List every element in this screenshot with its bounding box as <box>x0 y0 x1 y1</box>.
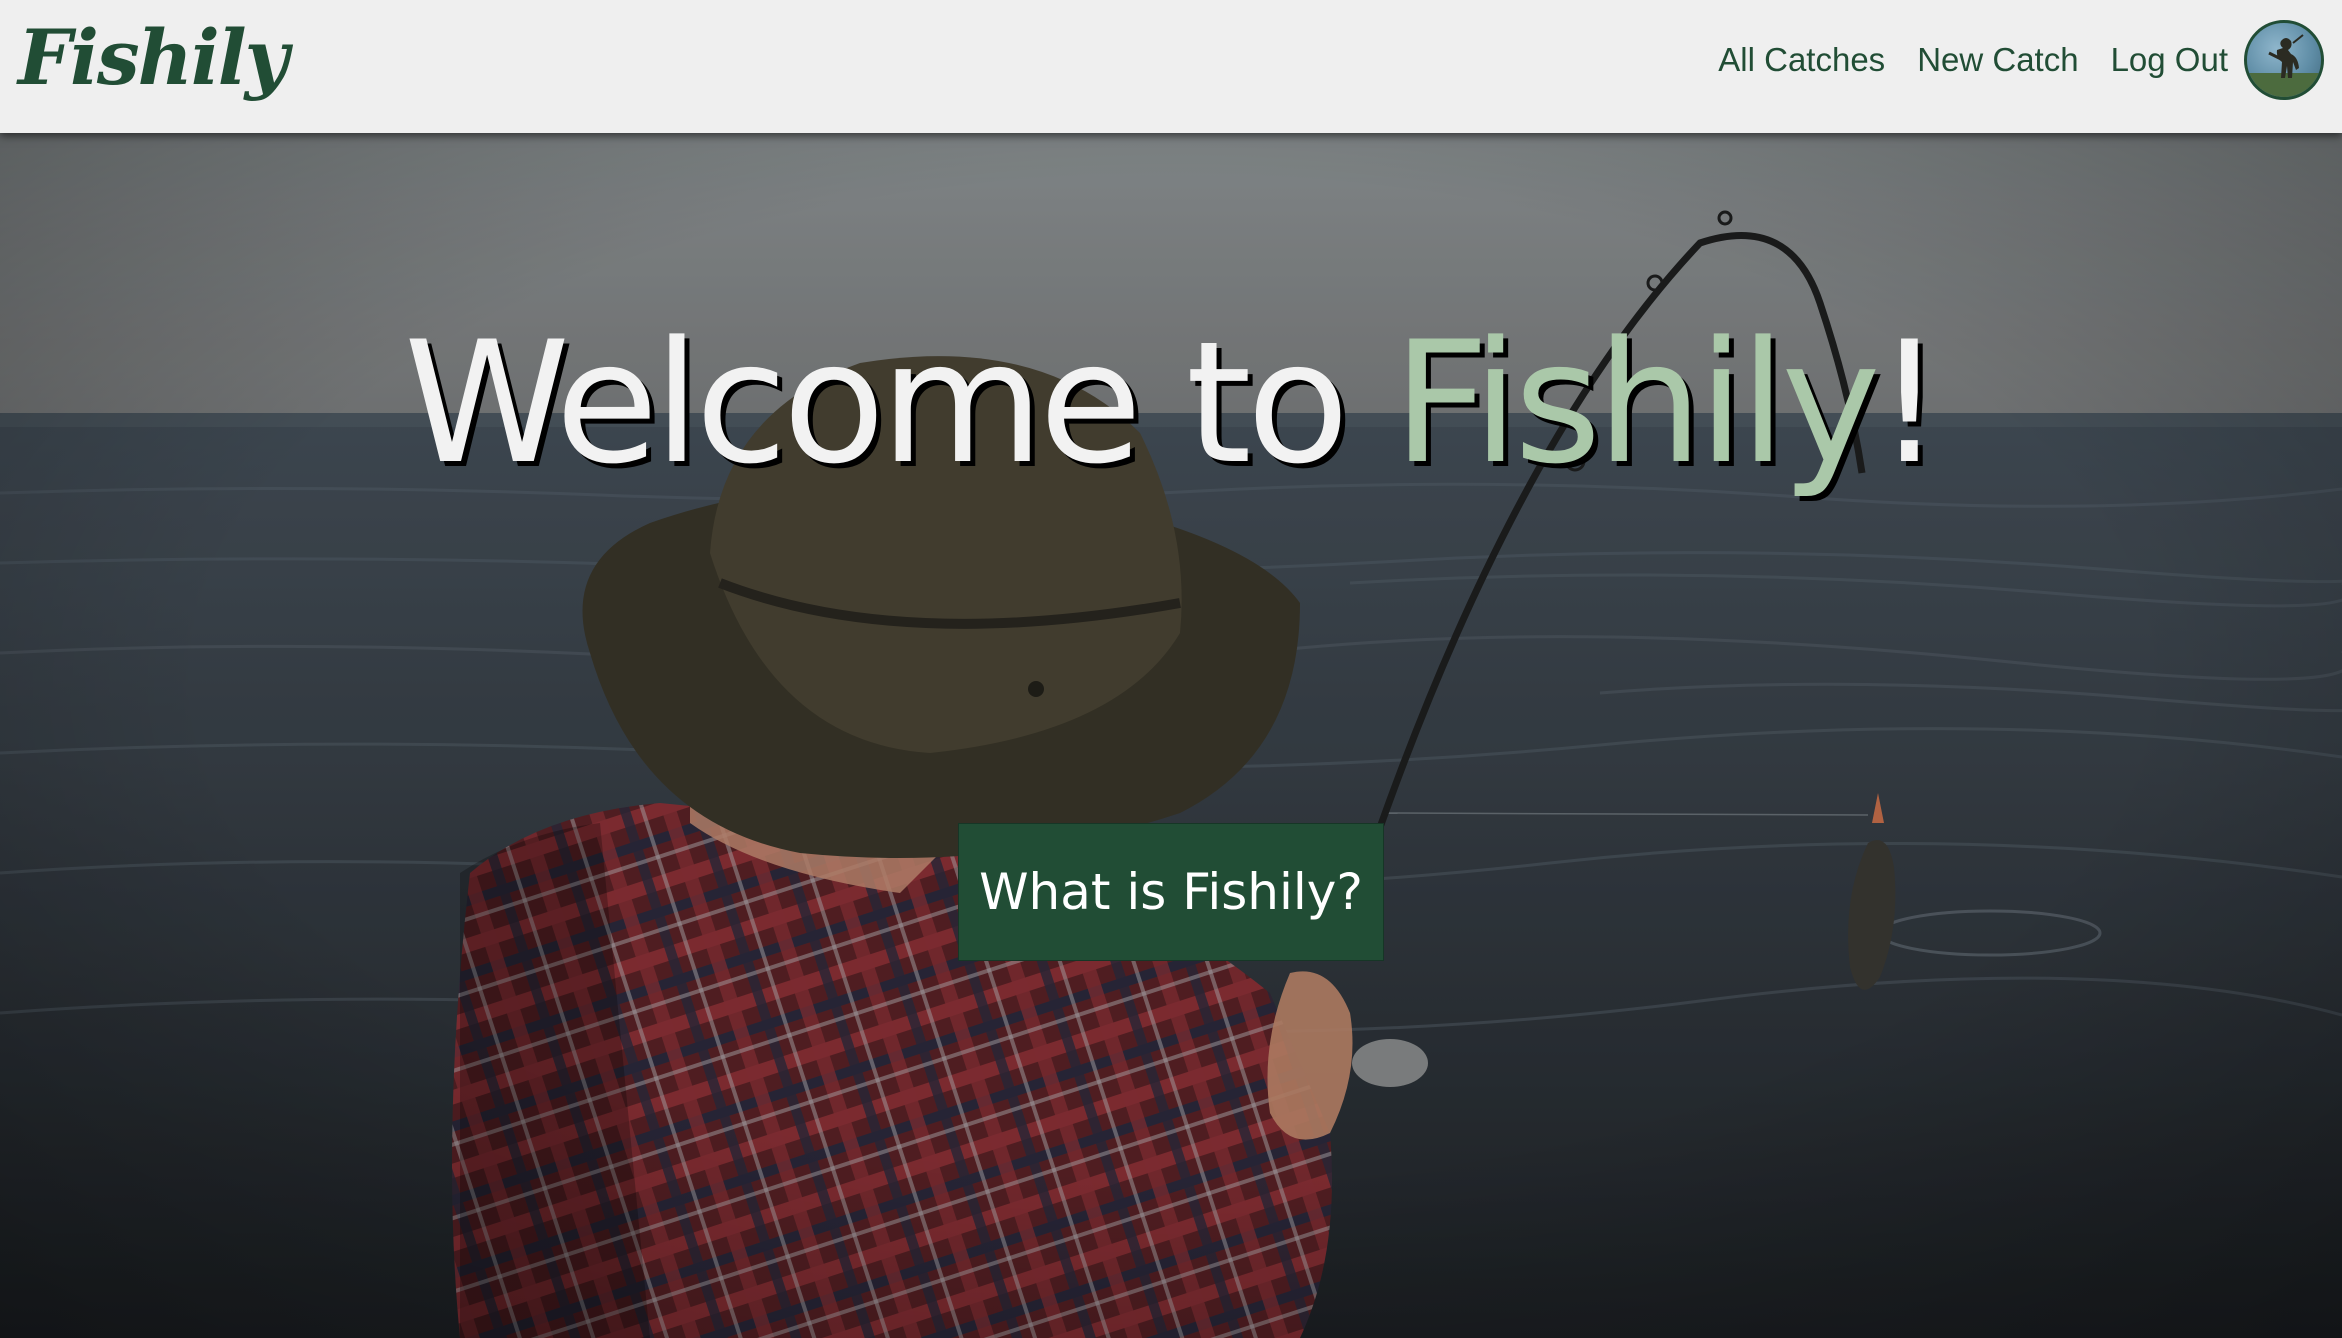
hero-title-accent: Fishily <box>1392 305 1881 501</box>
what-is-fishily-button[interactable]: What is Fishily? <box>958 823 1384 961</box>
nav-link-new-catch[interactable]: New Catch <box>1917 41 2078 79</box>
hero-title-prefix: Welcome to <box>403 305 1393 501</box>
hero-title-suffix: ! <box>1875 305 1943 501</box>
hero-title: Welcome to Fishily! <box>0 303 2342 503</box>
user-avatar-icon[interactable] <box>2244 20 2324 100</box>
nav-link-log-out[interactable]: Log Out <box>2111 41 2228 79</box>
brand-logo[interactable]: Fishily <box>18 8 289 108</box>
nav-link-all-catches[interactable]: All Catches <box>1718 41 1885 79</box>
avatar-figure-icon <box>2247 34 2321 97</box>
hero-section: Welcome to Fishily! What is Fishily? <box>0 133 2342 1338</box>
navbar: Fishily All Catches New Catch Log Out <box>0 0 2342 133</box>
nav-links: All Catches New Catch Log Out <box>1686 0 2324 120</box>
